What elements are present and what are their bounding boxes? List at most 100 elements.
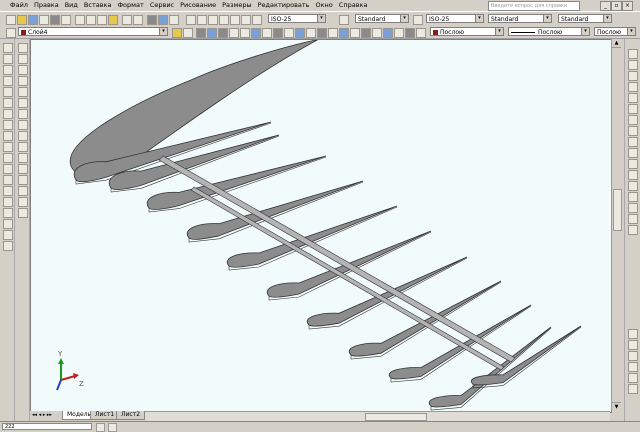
- scale-icon[interactable]: [18, 120, 28, 130]
- command-input[interactable]: 222: [2, 423, 92, 430]
- subtract-icon[interactable]: [628, 214, 638, 224]
- command-history-icon[interactable]: [108, 423, 117, 432]
- menu-item-2[interactable]: Вид: [62, 0, 81, 11]
- drawing-viewport[interactable]: Y Z: [30, 39, 612, 413]
- view-icon-5[interactable]: [273, 28, 283, 38]
- menu-item-5[interactable]: Сервис: [147, 0, 177, 11]
- cut-icon[interactable]: [75, 15, 85, 25]
- view-icon-18[interactable]: [416, 28, 426, 38]
- view-icon-1[interactable]: [229, 28, 239, 38]
- slice-icon[interactable]: [628, 137, 638, 147]
- minimize-button[interactable]: _: [600, 1, 611, 11]
- color-combo[interactable]: Послою ▾: [430, 27, 504, 36]
- zoom-icon[interactable]: [158, 15, 168, 25]
- spline-icon[interactable]: [3, 131, 13, 141]
- redo-icon[interactable]: [133, 15, 143, 25]
- layer-previous-icon[interactable]: [183, 28, 193, 38]
- command-scroll-icon[interactable]: [96, 423, 105, 432]
- dim-radius-icon[interactable]: [219, 15, 229, 25]
- view-icon-7[interactable]: [295, 28, 305, 38]
- text-style-icon[interactable]: [339, 15, 349, 25]
- extend-icon[interactable]: [18, 153, 28, 163]
- solid-box-icon[interactable]: [628, 49, 638, 59]
- region-icon[interactable]: [3, 219, 13, 229]
- view-icon-17[interactable]: [405, 28, 415, 38]
- offset-icon[interactable]: [18, 76, 28, 86]
- array-icon[interactable]: [18, 87, 28, 97]
- dim-diameter-icon[interactable]: [230, 15, 240, 25]
- hatch-icon[interactable]: [3, 197, 13, 207]
- chamfer-icon[interactable]: [18, 186, 28, 196]
- view-icon-15[interactable]: [383, 28, 393, 38]
- view-icon-13[interactable]: [361, 28, 371, 38]
- table-icon[interactable]: [3, 230, 13, 240]
- mtext-icon[interactable]: [3, 241, 13, 251]
- save-icon[interactable]: [28, 15, 38, 25]
- menu-item-10[interactable]: Справка: [336, 0, 371, 11]
- dim-arc-icon[interactable]: [208, 15, 218, 25]
- camera-icon[interactable]: [628, 362, 638, 372]
- help-search-input[interactable]: Введите вопрос для справки: [488, 1, 580, 11]
- view-icon-14[interactable]: [372, 28, 382, 38]
- solid-torus-icon[interactable]: [628, 104, 638, 114]
- point-icon[interactable]: [3, 186, 13, 196]
- menu-item-3[interactable]: Вставка: [81, 0, 115, 11]
- arc-icon[interactable]: [3, 98, 13, 108]
- undo-icon[interactable]: [122, 15, 132, 25]
- setup-drawing-icon[interactable]: [628, 170, 638, 180]
- close-button[interactable]: ×: [622, 1, 633, 11]
- gradient-icon[interactable]: [3, 208, 13, 218]
- dimstyle-combo[interactable]: ISO-25 ▾: [268, 14, 326, 23]
- rotate-icon[interactable]: [18, 109, 28, 119]
- print-icon[interactable]: [39, 15, 49, 25]
- solid-wedge-icon[interactable]: [628, 93, 638, 103]
- lineweight-combo[interactable]: Послою ▾: [594, 27, 636, 36]
- linetype-combo[interactable]: Послою ▾: [508, 27, 590, 36]
- intersect-icon[interactable]: [628, 225, 638, 235]
- scroll-down-arrow-icon[interactable]: ▼: [612, 402, 621, 411]
- view-icon-6[interactable]: [284, 28, 294, 38]
- polygon-icon[interactable]: [3, 76, 13, 86]
- construction-line-icon[interactable]: [3, 54, 13, 64]
- continuous-orbit-icon[interactable]: [628, 351, 638, 361]
- setup-profile-icon[interactable]: [628, 192, 638, 202]
- copy-icon[interactable]: [86, 15, 96, 25]
- paste-icon[interactable]: [97, 15, 107, 25]
- menu-item-9[interactable]: Окно: [313, 0, 336, 11]
- dim-linear-icon[interactable]: [186, 15, 196, 25]
- layer-manager-icon[interactable]: [6, 28, 16, 38]
- view-icon-4[interactable]: [262, 28, 272, 38]
- view-icon-10[interactable]: [328, 28, 338, 38]
- revolve-icon[interactable]: [628, 126, 638, 136]
- view-icon-12[interactable]: [350, 28, 360, 38]
- ellipse-arc-icon[interactable]: [3, 153, 13, 163]
- zoom-previous-icon[interactable]: [169, 15, 179, 25]
- menu-item-1[interactable]: Правка: [31, 0, 62, 11]
- solid-sphere-icon[interactable]: [628, 60, 638, 70]
- open-icon[interactable]: [17, 15, 27, 25]
- revcloud-icon[interactable]: [3, 120, 13, 130]
- table-style-combo[interactable]: Standard ▾: [488, 14, 552, 23]
- section-icon[interactable]: [628, 148, 638, 158]
- vertical-scrollbar[interactable]: ▲ ▼: [611, 39, 622, 411]
- menu-item-7[interactable]: Размеры: [219, 0, 255, 11]
- shade-icon-1[interactable]: [196, 28, 206, 38]
- rectangle-icon[interactable]: [3, 87, 13, 97]
- publish-icon[interactable]: [61, 15, 71, 25]
- solid-cylinder-icon[interactable]: [628, 71, 638, 81]
- dim-aligned-icon[interactable]: [197, 15, 207, 25]
- view-icon-8[interactable]: [306, 28, 316, 38]
- break-icon[interactable]: [18, 164, 28, 174]
- vertical-scroll-thumb[interactable]: [613, 189, 622, 231]
- tab-layout1[interactable]: Лист1: [90, 411, 120, 420]
- line-icon[interactable]: [3, 43, 13, 53]
- trim-icon[interactable]: [18, 142, 28, 152]
- mirror-icon[interactable]: [18, 65, 28, 75]
- solid-cone-icon[interactable]: [628, 82, 638, 92]
- explode-icon[interactable]: [18, 208, 28, 218]
- menu-item-0[interactable]: Файл: [0, 0, 31, 11]
- fly-icon[interactable]: [628, 384, 638, 394]
- stretch-icon[interactable]: [18, 131, 28, 141]
- text-style-combo[interactable]: Standard ▾: [355, 14, 409, 23]
- polyline-icon[interactable]: [3, 65, 13, 75]
